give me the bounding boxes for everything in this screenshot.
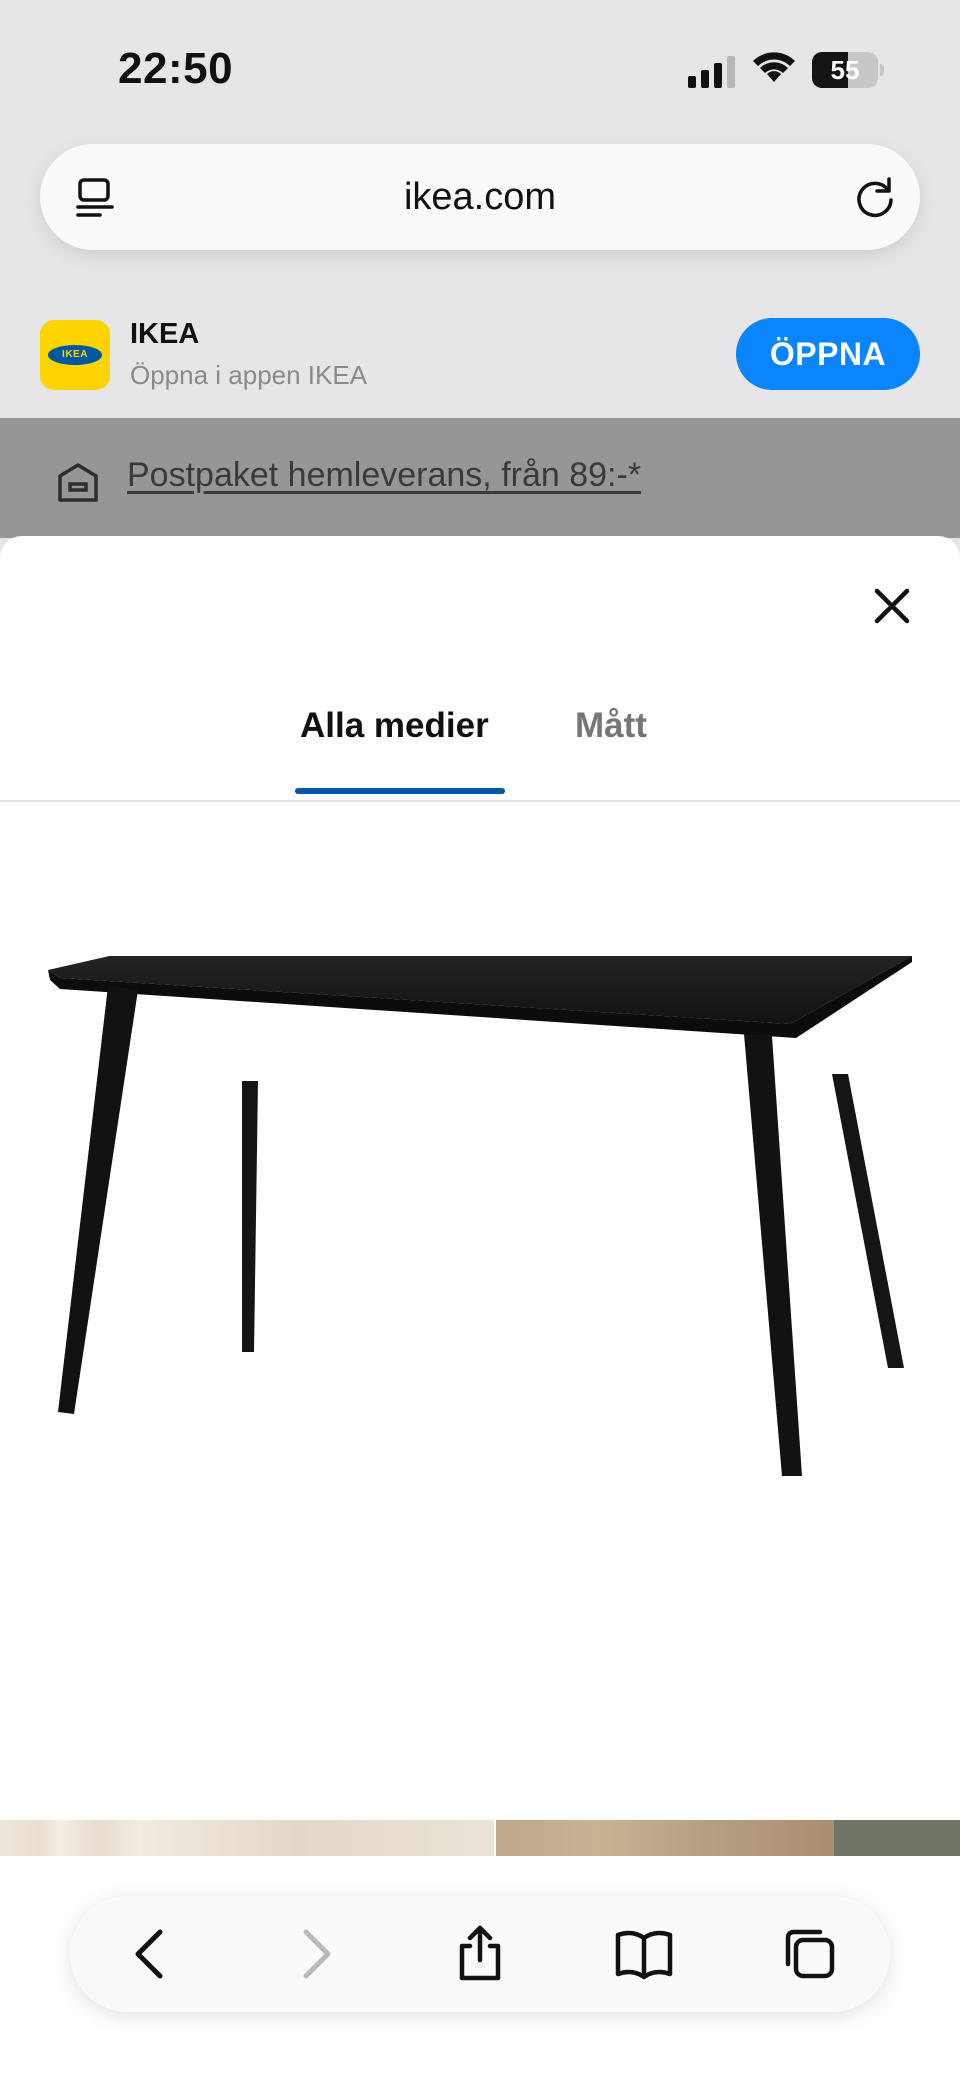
ikea-logo-text: IKEA xyxy=(62,349,88,360)
tab-dimensions[interactable]: Mått xyxy=(575,706,647,746)
media-viewer-sheet: Alla medier Mått xyxy=(0,536,960,2081)
table-leg-back-right xyxy=(832,1074,904,1368)
back-icon[interactable] xyxy=(122,1924,182,1984)
promo-link[interactable]: Postpaket hemleverans, från 89:-* xyxy=(127,456,641,495)
tab-all-media[interactable]: Alla medier xyxy=(300,686,489,800)
tabs-icon[interactable] xyxy=(780,1924,840,1984)
bookmarks-icon[interactable] xyxy=(614,1924,674,1984)
open-app-button[interactable]: ÖPPNA xyxy=(736,318,920,390)
smart-app-banner: IKEA IKEA Öppna i appen IKEA ÖPPNA xyxy=(0,296,960,416)
media-tab-bar: Alla medier Mått xyxy=(0,686,960,802)
forward-icon[interactable] xyxy=(284,1924,344,1984)
status-time: 22:50 xyxy=(118,44,234,93)
app-subtitle: Öppna i appen IKEA xyxy=(130,360,368,390)
table-leg-front-left xyxy=(58,986,138,1414)
battery-percentage: 55 xyxy=(830,55,860,85)
share-icon[interactable] xyxy=(450,1924,510,1984)
active-tab-indicator xyxy=(295,788,505,794)
promo-strip: Postpaket hemleverans, från 89:-* xyxy=(0,418,960,538)
delivery-box-icon xyxy=(58,463,98,502)
ikea-app-icon: IKEA xyxy=(40,320,110,390)
url-text[interactable]: ikea.com xyxy=(40,144,920,250)
battery-icon: 55 xyxy=(812,52,884,88)
table-leg-front-right xyxy=(744,1034,802,1476)
product-image-black-table[interactable] xyxy=(0,956,960,1826)
browser-toolbar xyxy=(70,1896,890,2012)
signal-icon xyxy=(688,56,735,88)
wifi-icon xyxy=(753,52,795,82)
address-bar[interactable]: ikea.com xyxy=(40,144,920,250)
reload-icon[interactable] xyxy=(852,174,898,220)
app-name: IKEA xyxy=(130,318,200,350)
reader-icon[interactable] xyxy=(74,176,118,220)
tab-all-media-label: Alla medier xyxy=(300,706,489,745)
battery-level: 55 xyxy=(812,52,878,88)
table-leg-back-left xyxy=(242,1081,258,1352)
battery-cap xyxy=(880,64,884,76)
close-icon[interactable] xyxy=(866,580,918,632)
status-bar: 22:50 55 xyxy=(0,0,960,130)
